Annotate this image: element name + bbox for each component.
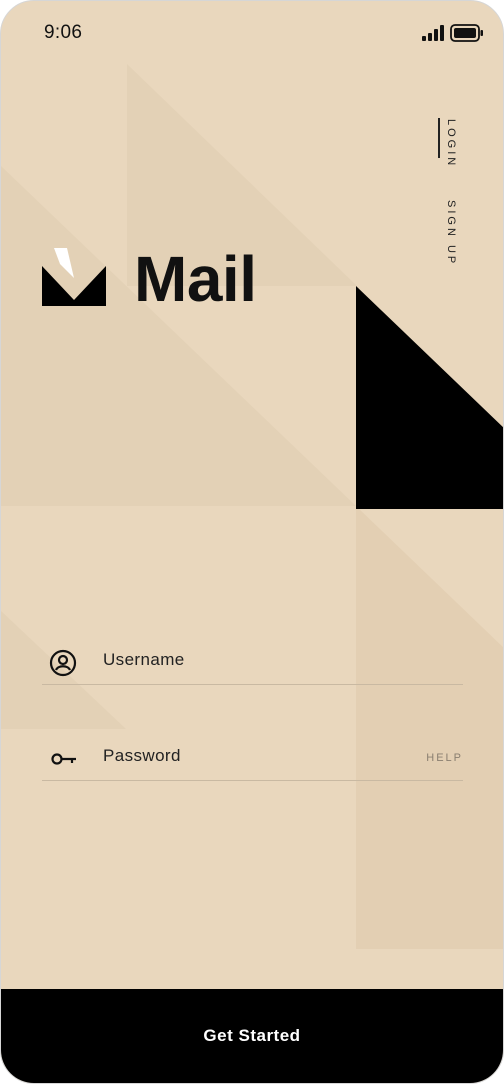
signup-tab[interactable]: SIGN UP: [445, 200, 457, 266]
login-tab[interactable]: LOGIN: [445, 119, 457, 168]
password-field[interactable]: Password HELP: [42, 732, 463, 781]
battery-icon: [450, 24, 483, 42]
app-title: Mail: [134, 243, 257, 315]
login-active-indicator: [438, 118, 440, 158]
background-shapes: [1, 64, 503, 949]
username-field[interactable]: Username: [42, 636, 463, 685]
user-icon: [49, 649, 77, 677]
help-link[interactable]: HELP: [426, 752, 463, 764]
username-label: Username: [103, 650, 185, 669]
key-icon: [51, 753, 76, 765]
password-label: Password: [103, 746, 181, 765]
status-bar: 9:06: [1, 1, 503, 65]
status-time: 9:06: [44, 22, 83, 43]
get-started-button[interactable]: Get Started: [1, 989, 503, 1083]
signal-icon: [422, 25, 444, 41]
mail-logo-icon: [42, 248, 106, 306]
phone-screen: 9:06 LOGIN SIGN UP Mail Username Passwor…: [0, 0, 504, 1084]
